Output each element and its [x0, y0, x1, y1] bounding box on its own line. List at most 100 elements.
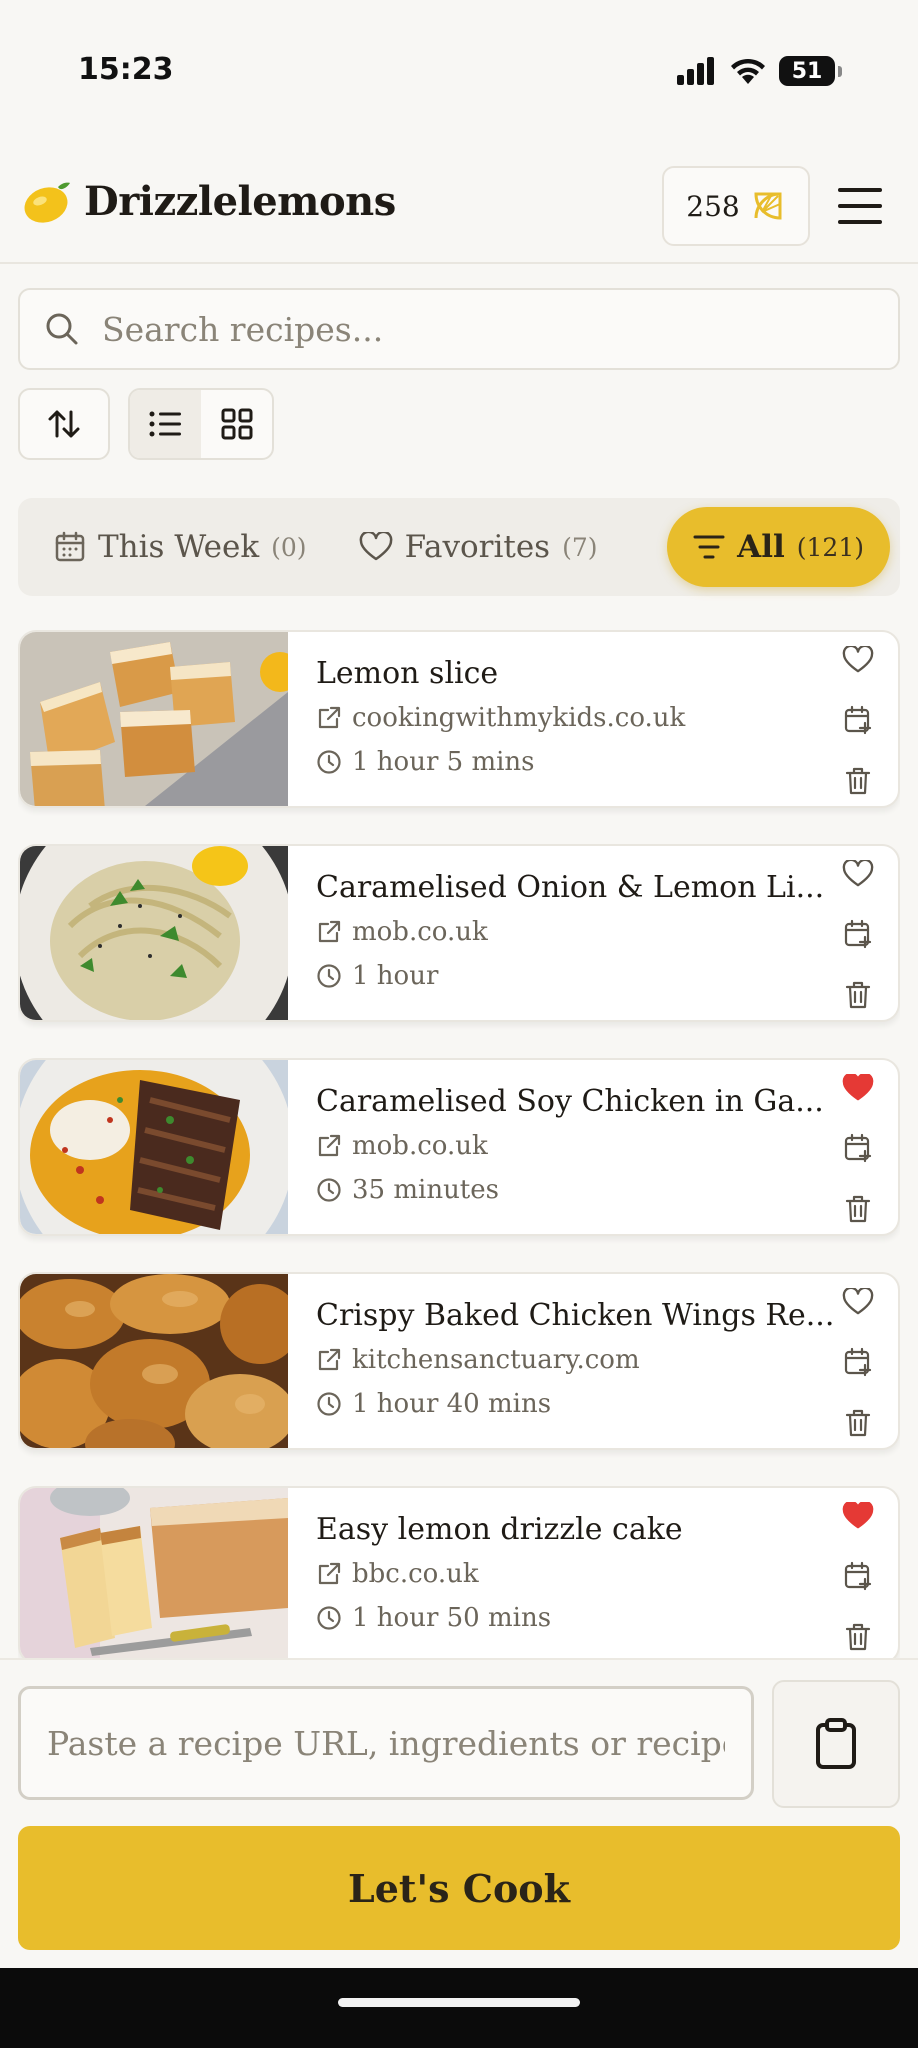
trash-icon[interactable] [844, 1194, 872, 1224]
recipe-info: Lemon slice cookingwithmykids.co.uk 1 ho… [316, 656, 836, 779]
add-to-calendar-icon[interactable] [843, 1347, 873, 1377]
tab-count: (7) [562, 532, 598, 562]
recipe-time: 1 hour [316, 959, 836, 993]
recipe-card[interactable]: Lemon slice cookingwithmykids.co.uk 1 ho… [18, 630, 900, 808]
recipe-title: Caramelised Onion & Lemon Li... [316, 870, 825, 905]
search-icon [46, 313, 78, 345]
grid-view-button[interactable] [201, 390, 272, 458]
recipe-thumbnail [20, 1060, 288, 1234]
tab-count: (0) [271, 532, 307, 562]
recipe-composer: Let's Cook [0, 1658, 918, 1968]
paste-button[interactable] [772, 1680, 900, 1808]
sort-button[interactable] [18, 388, 110, 460]
recipe-info: Crispy Baked Chicken Wings Re... kitchen… [316, 1298, 836, 1421]
favorite-heart-icon[interactable] [842, 646, 874, 674]
trash-icon[interactable] [844, 766, 872, 796]
trash-icon[interactable] [844, 1622, 872, 1652]
filter-icon [693, 535, 725, 559]
recipe-time: 1 hour 5 mins [316, 745, 836, 779]
recipe-source[interactable]: cookingwithmykids.co.uk [316, 701, 836, 735]
recipe-thumbnail [20, 632, 288, 806]
recipe-url-field[interactable] [18, 1686, 754, 1800]
recipe-source-text: cookingwithmykids.co.uk [352, 703, 686, 733]
points-value: 258 [686, 189, 740, 223]
recipe-card[interactable]: Caramelised Soy Chicken in Ga... mob.co.… [18, 1058, 900, 1236]
search-input[interactable] [102, 309, 862, 349]
lets-cook-button[interactable]: Let's Cook [18, 1826, 900, 1950]
recipe-title: Caramelised Soy Chicken in Ga... [316, 1084, 824, 1119]
add-to-calendar-icon[interactable] [843, 1561, 873, 1591]
calendar-icon [55, 531, 85, 562]
tab-label: All [737, 529, 785, 565]
recipe-source[interactable]: kitchensanctuary.com [316, 1343, 836, 1377]
heart-icon [359, 532, 392, 561]
status-icons: 51 [677, 54, 842, 88]
clipboard-icon [816, 1718, 856, 1769]
recipe-actions [838, 860, 878, 1010]
recipe-info: Caramelised Onion & Lemon Li... mob.co.u… [316, 870, 836, 993]
recipe-card[interactable]: Easy lemon drizzle cake bbc.co.uk 1 hour… [18, 1486, 900, 1658]
add-to-calendar-icon[interactable] [843, 705, 873, 735]
external-link-icon [318, 1562, 341, 1585]
recipe-actions [838, 1288, 878, 1438]
recipe-actions [838, 1502, 878, 1652]
recipe-url-input[interactable] [47, 1723, 725, 1763]
search-bar[interactable] [18, 288, 900, 370]
app-logo[interactable]: Drizzlelemons [20, 178, 396, 225]
wifi-icon [731, 58, 765, 84]
recipe-source-text: kitchensanctuary.com [352, 1345, 640, 1375]
status-time: 15:23 [78, 52, 174, 87]
recipe-source-text: mob.co.uk [352, 1131, 488, 1161]
tab-favorites[interactable]: Favorites (7) [333, 507, 624, 587]
list-icon [149, 411, 181, 437]
tab-all[interactable]: All (121) [667, 507, 890, 587]
recipe-source[interactable]: bbc.co.uk [316, 1557, 836, 1591]
home-indicator[interactable] [338, 1998, 580, 2007]
favorite-heart-filled-icon[interactable] [842, 1074, 874, 1102]
favorite-heart-filled-icon[interactable] [842, 1502, 874, 1530]
add-to-calendar-icon[interactable] [843, 1133, 873, 1163]
grid-icon [221, 408, 252, 440]
recipe-thumbnail [20, 846, 288, 1020]
recipe-card[interactable]: Crispy Baked Chicken Wings Re... kitchen… [18, 1272, 900, 1450]
list-view-button[interactable] [130, 390, 201, 458]
recipe-card[interactable]: Caramelised Onion & Lemon Li... mob.co.u… [18, 844, 900, 1022]
points-badge[interactable]: 258 [662, 166, 810, 246]
recipe-time: 1 hour 50 mins [316, 1601, 836, 1635]
favorite-heart-icon[interactable] [842, 1288, 874, 1316]
add-to-calendar-icon[interactable] [843, 919, 873, 949]
battery-icon: 51 [779, 56, 842, 86]
filter-tabs: This Week (0) Favorites (7) All (121) [18, 498, 900, 596]
recipe-thumbnail [20, 1488, 288, 1658]
favorite-heart-icon[interactable] [842, 860, 874, 888]
recipe-source-text: bbc.co.uk [352, 1559, 479, 1589]
tab-this-week[interactable]: This Week (0) [28, 507, 333, 587]
recipe-info: Caramelised Soy Chicken in Ga... mob.co.… [316, 1084, 836, 1207]
recipe-title: Lemon slice [316, 656, 499, 691]
recipe-source[interactable]: mob.co.uk [316, 915, 836, 949]
hamburger-menu-icon[interactable] [836, 184, 884, 228]
clock-icon [317, 1178, 341, 1202]
signal-icon [677, 57, 714, 85]
recipe-thumbnail [20, 1274, 288, 1448]
recipe-title: Easy lemon drizzle cake [316, 1512, 683, 1547]
recipe-list: Lemon slice cookingwithmykids.co.uk 1 ho… [18, 630, 900, 1658]
recipe-source-text: mob.co.uk [352, 917, 488, 947]
clock-icon [317, 1392, 341, 1416]
trash-icon[interactable] [844, 1408, 872, 1438]
clock-icon [317, 1606, 341, 1630]
recipe-time-text: 1 hour 5 mins [352, 747, 535, 777]
recipe-title: Crispy Baked Chicken Wings Re... [316, 1298, 835, 1333]
app-title: Drizzlelemons [84, 178, 396, 225]
tab-label: This Week [98, 529, 260, 565]
tab-count: (121) [796, 532, 864, 562]
recipe-source[interactable]: mob.co.uk [316, 1129, 836, 1163]
battery-level: 51 [779, 56, 835, 86]
external-link-icon [318, 1348, 341, 1371]
view-mode-toggle [128, 388, 274, 460]
clock-icon [317, 964, 341, 988]
external-link-icon [318, 920, 341, 943]
recipe-time-text: 1 hour 40 mins [352, 1389, 552, 1419]
lemon-slice-icon [754, 192, 782, 220]
trash-icon[interactable] [844, 980, 872, 1010]
